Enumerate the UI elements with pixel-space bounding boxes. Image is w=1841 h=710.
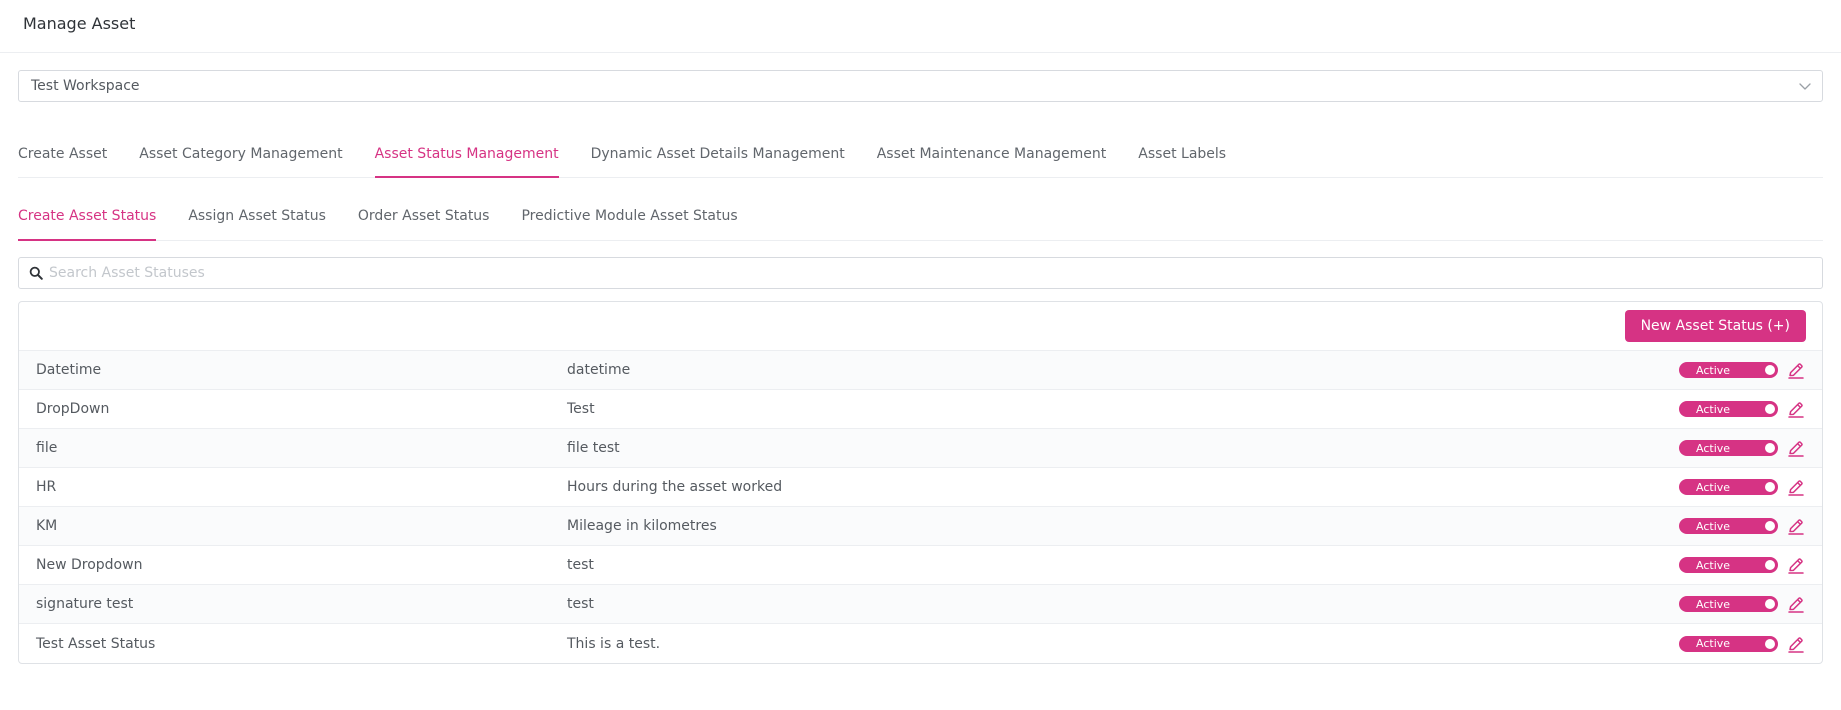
status-name: Test Asset Status [36,635,156,652]
status-toggle[interactable]: Active [1679,518,1778,534]
table-row: DropDown Test Active [19,390,1822,429]
status-toggle[interactable]: Active [1679,401,1778,417]
status-toggle-label: Active [1696,597,1731,611]
row-actions: Active [1679,438,1806,458]
chevron-down-icon [1799,83,1811,90]
row-actions: Active [1679,399,1806,419]
row-actions: Active [1679,634,1806,654]
status-name: signature test [36,596,134,612]
page-header: Manage Asset [0,0,1841,53]
pencil-icon[interactable] [1786,438,1806,458]
status-toggle-label: Active [1696,402,1731,416]
table-row: New Dropdown test Active [19,546,1822,585]
row-actions: Active [1679,477,1806,497]
new-asset-status-button[interactable]: New Asset Status (+) [1624,310,1806,342]
tab-asset-status-management[interactable]: Asset Status Management [374,130,559,178]
status-description: test [567,557,594,573]
table-row: KM Mileage in kilometres Active [19,507,1822,546]
search-input[interactable] [49,265,1822,281]
status-toggle-label: Active [1696,519,1731,533]
row-actions: Active [1679,594,1806,614]
status-name: HR [36,479,57,495]
table-row: file file test Active [19,429,1822,468]
search-box [18,257,1823,289]
status-toggle[interactable]: Active [1679,479,1778,495]
workspace-select-value: Test Workspace [31,78,140,94]
pencil-icon[interactable] [1786,634,1806,654]
status-toggle-label: Active [1696,480,1731,494]
toggle-knob [1765,638,1775,649]
row-actions: Active [1679,360,1806,380]
tab-create-asset[interactable]: Create Asset [18,130,107,177]
status-name: New Dropdown [36,557,143,573]
status-name: KM [36,518,58,534]
status-toggle[interactable]: Active [1679,596,1778,612]
main-content: Test Workspace Create Asset Asset Catego… [0,70,1841,664]
sub-tabs: Create Asset Status Assign Asset Status … [18,192,1823,241]
status-description: test [567,596,594,612]
toggle-knob [1765,521,1775,531]
main-tabs: Create Asset Asset Category Management A… [18,130,1823,178]
row-actions: Active [1679,516,1806,536]
pencil-icon[interactable] [1786,594,1806,614]
asset-status-table: New Asset Status (+) Datetime datetime A… [18,301,1823,664]
toggle-knob [1765,404,1775,414]
subtab-create-asset-status[interactable]: Create Asset Status [18,192,157,241]
pencil-icon[interactable] [1786,399,1806,419]
status-description: Mileage in kilometres [567,518,717,534]
tab-asset-labels[interactable]: Asset Labels [1138,130,1226,177]
table-toolbar: New Asset Status (+) [19,302,1822,351]
toggle-knob [1765,599,1775,609]
row-actions: Active [1679,555,1806,575]
status-toggle-label: Active [1696,637,1731,650]
status-toggle-label: Active [1696,441,1731,455]
toggle-knob [1765,443,1775,453]
status-name: DropDown [36,401,110,417]
table-row: HR Hours during the asset worked Active [19,468,1822,507]
toggle-knob [1765,560,1775,570]
status-toggle[interactable]: Active [1679,557,1778,573]
status-toggle-label: Active [1696,558,1731,572]
workspace-select[interactable]: Test Workspace [18,70,1823,102]
status-description: Hours during the asset worked [567,479,783,495]
status-toggle-label: Active [1696,363,1731,377]
table-row: signature test test Active [19,585,1822,624]
tab-asset-maintenance-management[interactable]: Asset Maintenance Management [877,130,1107,177]
status-name: file [36,440,58,456]
status-toggle[interactable]: Active [1679,362,1778,378]
tab-asset-category-management[interactable]: Asset Category Management [139,130,342,177]
toggle-knob [1765,482,1775,492]
status-description: file test [567,440,620,456]
status-toggle[interactable]: Active [1679,440,1778,456]
table-body: Datetime datetime Active DropDown Test A… [19,351,1822,663]
status-description: Test [567,401,595,417]
table-row: Test Asset Status This is a test. Active [19,624,1822,663]
search-icon [29,266,43,280]
tab-dynamic-asset-details-management[interactable]: Dynamic Asset Details Management [591,130,845,177]
pencil-icon[interactable] [1786,477,1806,497]
status-name: Datetime [36,362,102,378]
status-description: This is a test. [567,635,661,652]
subtab-assign-asset-status[interactable]: Assign Asset Status [188,192,326,240]
subtab-order-asset-status[interactable]: Order Asset Status [358,192,490,240]
status-description: datetime [567,362,631,378]
page-title: Manage Asset [23,13,136,33]
pencil-icon[interactable] [1786,360,1806,380]
toggle-knob [1765,365,1775,375]
pencil-icon[interactable] [1786,516,1806,536]
table-row: Datetime datetime Active [19,351,1822,390]
pencil-icon[interactable] [1786,555,1806,575]
status-toggle[interactable]: Active [1679,635,1778,652]
subtab-predictive-module-asset-status[interactable]: Predictive Module Asset Status [521,192,737,240]
